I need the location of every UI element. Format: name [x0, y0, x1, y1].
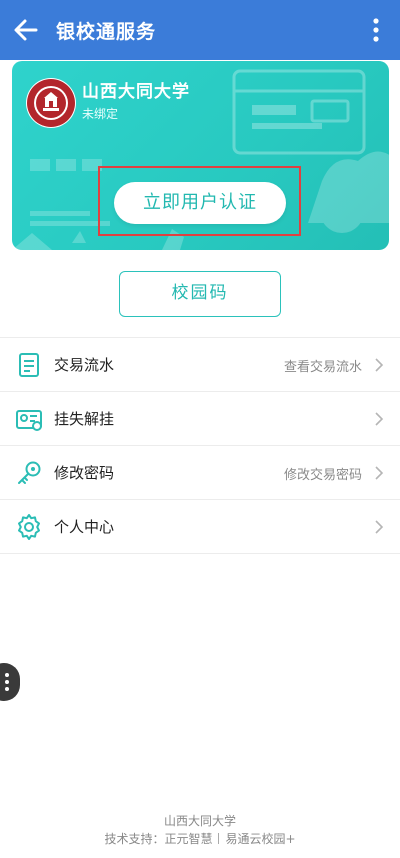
school-logo [26, 78, 76, 128]
service-menu: 交易流水 查看交易流水 挂失解挂 修改密码 修改交易密码 个人中心 [0, 337, 400, 554]
floating-menu-handle[interactable] [0, 663, 20, 701]
key-icon [18, 461, 41, 484]
page-title: 银校通服务 [56, 21, 157, 43]
menu-item-hint: 查看交易流水 [283, 360, 362, 375]
app-bar: 银校通服务 [0, 0, 400, 60]
gear-icon [18, 514, 40, 540]
footer-divider [218, 833, 220, 844]
footer-support-label: 技术支持：正元智慧 [104, 832, 213, 846]
more-vertical-icon [5, 673, 9, 691]
footer: 山西大同大学 技术支持：正元智慧 易通云校园+ [0, 812, 400, 848]
id-card-icon [16, 410, 42, 431]
school-name: 山西大同大学 [82, 82, 190, 102]
footer-support: 技术支持：正元智慧 易通云校园+ [0, 830, 400, 848]
menu-item-label: 个人中心 [54, 518, 115, 536]
footer-school-name: 山西大同大学 [163, 814, 236, 828]
school-card: 山西大同大学 未绑定 立即用户认证 [12, 61, 389, 250]
arrow-left-icon[interactable] [10, 14, 42, 46]
bind-status: 未绑定 [82, 107, 119, 121]
menu-item-hint: 修改交易密码 [283, 468, 362, 483]
menu-item-label: 修改密码 [54, 464, 115, 482]
receipt-icon [19, 353, 39, 377]
menu-item-report-loss[interactable]: 挂失解挂 [0, 392, 400, 446]
school-seal-icon [27, 79, 75, 127]
verify-user-button[interactable]: 立即用户认证 [114, 182, 286, 224]
campus-code-button[interactable]: 校园码 [119, 271, 281, 317]
menu-item-label: 挂失解挂 [54, 410, 115, 428]
menu-item-personal-center[interactable]: 个人中心 [0, 500, 400, 554]
chevron-right-icon [375, 466, 384, 480]
chevron-right-icon [375, 520, 384, 534]
footer-partner: 易通云校园+ [225, 832, 296, 846]
chevron-right-icon [375, 358, 384, 372]
menu-item-change-password[interactable]: 修改密码 修改交易密码 [0, 446, 400, 500]
menu-item-label: 交易流水 [54, 356, 115, 374]
chevron-right-icon [375, 412, 384, 426]
more-vertical-icon[interactable] [362, 14, 390, 46]
menu-item-transactions[interactable]: 交易流水 查看交易流水 [0, 338, 400, 392]
